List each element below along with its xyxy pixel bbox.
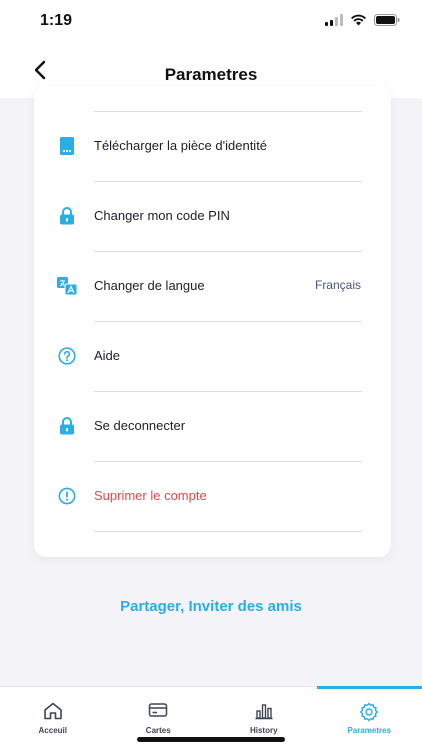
- setting-label: Aide: [94, 348, 121, 363]
- setting-label: Se deconnecter: [94, 418, 186, 433]
- settings-card: Télécharger la pièce d'identité Changer …: [34, 86, 391, 557]
- tab-parametres[interactable]: Parametres: [316, 686, 422, 750]
- setting-upload-id[interactable]: Télécharger la pièce d'identité: [34, 112, 391, 182]
- lock-icon: [56, 415, 78, 437]
- home-icon: [0, 702, 106, 722]
- battery-icon: [374, 14, 400, 26]
- setting-label: Suprimer le compte: [94, 488, 207, 503]
- tab-label: Parametres: [347, 726, 392, 735]
- language-value: Français: [314, 278, 361, 292]
- gear-icon: [317, 702, 422, 722]
- wifi-icon: [351, 14, 366, 26]
- status-icons: [325, 14, 400, 26]
- setting-label: Télécharger la pièce d'identité: [94, 138, 268, 153]
- share-invite-link[interactable]: Partager, Inviter des amis: [0, 598, 422, 615]
- page-title: Parametres: [164, 65, 258, 84]
- status-bar: 1:19: [0, 0, 422, 44]
- setting-logout[interactable]: Se deconnecter: [34, 392, 391, 462]
- tab-label: Cartes: [145, 726, 171, 735]
- signal-icon: [325, 14, 343, 26]
- help-icon: [56, 345, 78, 367]
- active-tab-indicator: [316, 686, 422, 689]
- status-time: 1:19: [40, 12, 73, 29]
- divider: [94, 531, 362, 532]
- id-card-icon: [56, 135, 78, 157]
- tab-label: History: [249, 726, 278, 735]
- lock-icon: [56, 205, 78, 227]
- tab-acceuil[interactable]: Acceuil: [0, 687, 106, 750]
- tab-label: Acceuil: [38, 726, 67, 735]
- setting-delete-account[interactable]: Suprimer le compte: [34, 462, 391, 532]
- alert-icon: [56, 485, 78, 507]
- setting-change-language[interactable]: Changer de langue Français: [34, 252, 391, 322]
- bar-chart-icon: [211, 702, 317, 722]
- translate-icon: [56, 275, 78, 297]
- setting-change-pin[interactable]: Changer mon code PIN: [34, 182, 391, 252]
- card-icon: [106, 702, 212, 722]
- setting-label: Changer mon code PIN: [94, 208, 230, 223]
- home-indicator: [137, 737, 285, 742]
- setting-label: Changer de langue: [94, 278, 205, 293]
- setting-help[interactable]: Aide: [34, 322, 391, 392]
